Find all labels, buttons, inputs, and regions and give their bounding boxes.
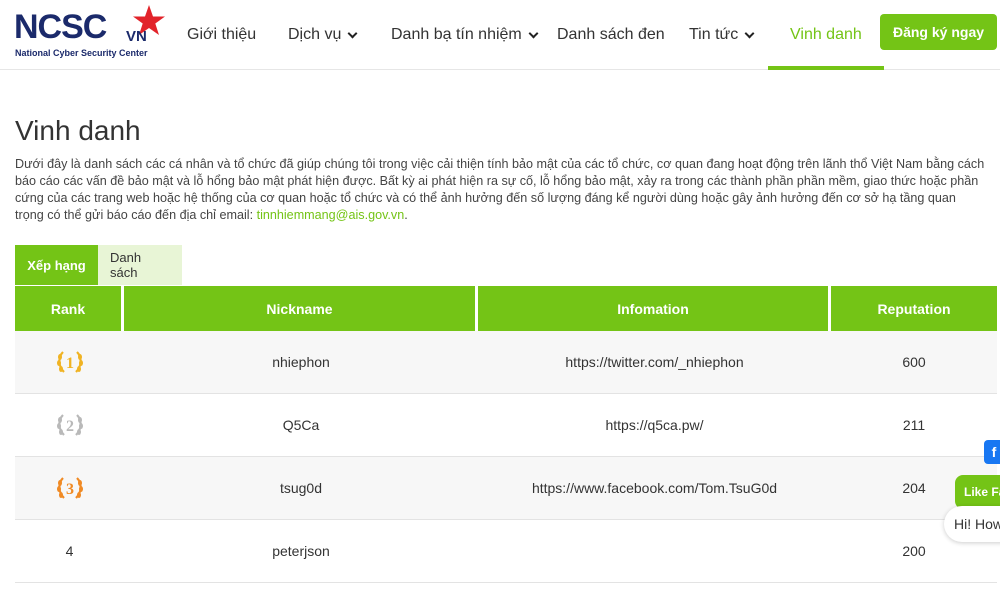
rank-cell: 4 bbox=[15, 520, 124, 582]
logo-subtitle: National Cyber Security Center bbox=[15, 48, 148, 58]
nav-item-vinh-danh[interactable]: Vinh danh bbox=[768, 0, 884, 70]
logo-vn: VN bbox=[126, 28, 147, 45]
chat-bubble[interactable]: Hi! How bbox=[944, 506, 1000, 542]
nav-item-dich-vu[interactable]: Dịch vụ bbox=[288, 0, 358, 70]
nav-label: Vinh danh bbox=[790, 26, 862, 43]
intro-end: . bbox=[404, 208, 408, 222]
chevron-down-icon bbox=[744, 28, 755, 38]
nav-item-gioi-thieu[interactable]: Giới thiệu bbox=[187, 0, 256, 70]
nickname-cell: nhiephon bbox=[272, 354, 330, 370]
information-link[interactable]: https://www.facebook.com/Tom.TsuG0d bbox=[478, 457, 831, 519]
column-header-reputation: Reputation bbox=[831, 286, 997, 331]
nav-item-danh-ba-tin-nhiem[interactable]: Danh bạ tín nhiệm bbox=[391, 0, 539, 70]
table-row: 4 peterjson 200 bbox=[15, 520, 997, 583]
ncsc-logo[interactable]: NCSC VN National Cyber Security Center bbox=[14, 5, 165, 62]
rank-number: 3 bbox=[66, 481, 74, 498]
nickname-cell: tsug0d bbox=[279, 480, 323, 496]
nickname-cell: Q5Ca bbox=[282, 417, 320, 433]
tab-xep-hang[interactable]: Xếp hạng bbox=[15, 245, 98, 285]
rank-number: 1 bbox=[66, 355, 74, 372]
facebook-like-button[interactable]: Like Fa bbox=[955, 475, 1000, 509]
gold-laurel-icon: 1 bbox=[56, 351, 83, 373]
nav-label: Tin tức bbox=[689, 26, 739, 43]
table-row: 1 nhiephon https://twitter.com/_nhiephon 60… bbox=[15, 331, 997, 394]
rank-cell: 1 bbox=[15, 331, 124, 393]
column-header-rank: Rank bbox=[15, 286, 124, 331]
nav-label: Danh bạ tín nhiệm bbox=[391, 26, 522, 43]
information-link bbox=[478, 520, 831, 582]
nav-label: Giới thiệu bbox=[187, 26, 257, 43]
column-header-nickname: Nickname bbox=[124, 286, 478, 331]
information-link[interactable]: https://q5ca.pw/ bbox=[478, 394, 831, 456]
ranking-tabs: Xếp hạng Danh sách bbox=[15, 245, 182, 285]
nav-item-danh-sach-den[interactable]: Danh sách đen bbox=[557, 0, 665, 70]
chevron-down-icon bbox=[528, 28, 539, 38]
table-row: 3 tsug0d https://www.facebook.com/Tom.TsuG… bbox=[15, 457, 997, 520]
reputation-cell: 211 bbox=[902, 417, 926, 433]
table-row: 2 Q5Ca https://q5ca.pw/211 bbox=[15, 394, 997, 457]
nav-item-tin-tuc[interactable]: Tin tức bbox=[689, 0, 755, 70]
information-link[interactable]: https://twitter.com/_nhiephon bbox=[478, 331, 831, 393]
intro-body: Dưới đây là danh sách các cá nhân và tổ … bbox=[15, 157, 985, 222]
contact-email-link[interactable]: tinnhiemmang@ais.gov.vn bbox=[257, 208, 405, 222]
table-body: 1 nhiephon https://twitter.com/_nhiephon 60… bbox=[15, 331, 997, 583]
rank-number: 4 bbox=[65, 543, 74, 559]
column-header-information: Infomation bbox=[478, 286, 831, 331]
register-button[interactable]: Đăng ký ngay bbox=[880, 14, 997, 50]
silver-laurel-icon: 2 bbox=[56, 414, 83, 436]
rank-number: 2 bbox=[66, 418, 74, 435]
nickname-cell: peterjson bbox=[272, 543, 330, 559]
nav-label: Danh sách đen bbox=[557, 26, 665, 43]
rank-cell: 2 bbox=[15, 394, 124, 456]
logo-wordmark: NCSC bbox=[14, 8, 107, 46]
facebook-icon[interactable]: f bbox=[984, 440, 1000, 464]
site-header: NCSC VN National Cyber Security Center G… bbox=[0, 0, 1000, 70]
tab-danh-sach[interactable]: Danh sách bbox=[98, 245, 182, 285]
table-header: Rank Nickname Infomation Reputation bbox=[15, 286, 997, 331]
bronze-laurel-icon: 3 bbox=[56, 477, 83, 499]
reputation-cell: 600 bbox=[902, 354, 926, 370]
chevron-down-icon bbox=[347, 28, 358, 38]
ranking-table: Rank Nickname Infomation Reputation 1 nhi… bbox=[15, 286, 997, 583]
page-title: Vinh danh bbox=[15, 115, 141, 146]
nav-label: Dịch vụ bbox=[288, 26, 342, 43]
intro-text: Dưới đây là danh sách các cá nhân và tổ … bbox=[15, 156, 987, 224]
rank-cell: 3 bbox=[15, 457, 124, 519]
